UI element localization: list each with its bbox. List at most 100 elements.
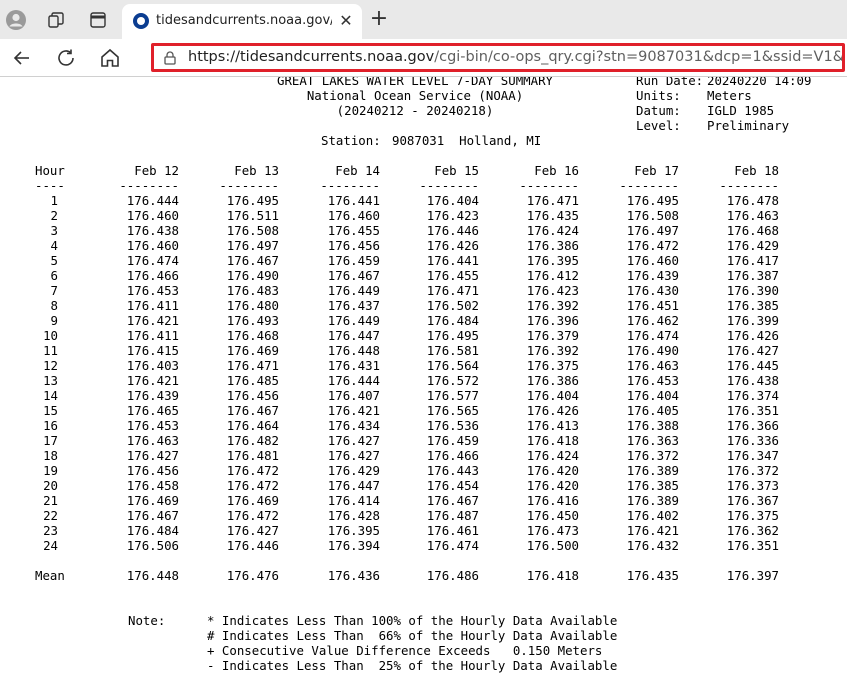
mean-value: 176.486	[426, 568, 479, 583]
water-level-cell: 176.463	[126, 433, 179, 448]
hour-header: Hour	[35, 163, 65, 178]
water-level-cell: 176.439	[626, 268, 679, 283]
water-level-cell: 176.459	[426, 433, 479, 448]
water-level-cell: 176.366	[726, 418, 779, 433]
hour-cell: 11	[43, 343, 58, 358]
water-level-cell: 176.484	[426, 313, 479, 328]
water-level-cell: 176.449	[327, 313, 380, 328]
water-level-cell: 176.444	[327, 373, 380, 388]
water-level-cell: 176.474	[626, 328, 679, 343]
mean-value: 176.448	[126, 568, 179, 583]
address-bar[interactable]: https://tidesandcurrents.noaa.gov/cgi-bi…	[151, 43, 845, 72]
water-level-cell: 176.385	[626, 478, 679, 493]
water-level-cell: 176.455	[426, 268, 479, 283]
water-level-cell: 176.511	[226, 208, 279, 223]
water-level-cell: 176.404	[626, 388, 679, 403]
water-level-cell: 176.441	[327, 193, 380, 208]
reload-icon[interactable]	[54, 46, 78, 70]
hour-cell: 21	[43, 493, 58, 508]
water-level-cell: 176.385	[726, 298, 779, 313]
note-line: * Indicates Less Than 100% of the Hourly…	[207, 613, 618, 628]
water-level-cell: 176.367	[726, 493, 779, 508]
hour-cell: 5	[50, 253, 58, 268]
water-level-cell: 176.423	[526, 283, 579, 298]
close-icon[interactable]: ✕	[336, 11, 356, 31]
water-level-cell: 176.413	[526, 418, 579, 433]
noaa-favicon-icon	[133, 13, 149, 29]
report-title: GREAT LAKES WATER LEVEL 7-DAY SUMMARY	[276, 77, 553, 88]
water-level-cell: 176.441	[426, 253, 479, 268]
water-level-cell: 176.465	[126, 403, 179, 418]
water-level-cell: 176.447	[327, 328, 380, 343]
water-level-cell: 176.363	[626, 433, 679, 448]
water-level-cell: 176.392	[526, 343, 579, 358]
water-level-cell: 176.389	[626, 493, 679, 508]
day-header-underline: --------	[619, 178, 679, 193]
day-header: Feb 13	[234, 163, 279, 178]
water-level-cell: 176.420	[526, 478, 579, 493]
url-text[interactable]: https://tidesandcurrents.noaa.gov/cgi-bi…	[188, 49, 844, 65]
water-level-cell: 176.435	[526, 208, 579, 223]
water-level-cell: 176.467	[426, 493, 479, 508]
water-level-cell: 176.421	[126, 313, 179, 328]
water-level-cell: 176.390	[726, 283, 779, 298]
water-level-cell: 176.443	[426, 463, 479, 478]
water-level-cell: 176.572	[426, 373, 479, 388]
water-level-cell: 176.565	[426, 403, 479, 418]
water-level-cell: 176.493	[226, 313, 279, 328]
water-level-cell: 176.461	[426, 523, 479, 538]
water-level-cell: 176.421	[327, 403, 380, 418]
water-level-cell: 176.466	[426, 448, 479, 463]
water-level-cell: 176.362	[726, 523, 779, 538]
water-level-cell: 176.564	[426, 358, 479, 373]
tab-actions-icon[interactable]	[88, 10, 108, 30]
water-level-cell: 176.374	[726, 388, 779, 403]
water-level-cell: 176.395	[327, 523, 380, 538]
workspaces-icon[interactable]	[46, 10, 66, 30]
water-level-cell: 176.467	[226, 253, 279, 268]
lock-icon[interactable]	[162, 50, 178, 66]
water-level-cell: 176.424	[526, 448, 579, 463]
water-level-cell: 176.458	[126, 478, 179, 493]
water-level-cell: 176.446	[426, 223, 479, 238]
profile-icon[interactable]	[6, 10, 26, 30]
hour-cell: 16	[43, 418, 58, 433]
url-path: /cgi-bin/co-ops_qry.cgi?stn=9087031&dcp=…	[434, 49, 844, 65]
water-level-cell: 176.487	[426, 508, 479, 523]
water-level-cell: 176.469	[126, 493, 179, 508]
note-line: # Indicates Less Than 66% of the Hourly …	[207, 628, 618, 643]
water-level-cell: 176.427	[327, 433, 380, 448]
water-level-cell: 176.581	[426, 343, 479, 358]
hour-cell: 7	[50, 283, 58, 298]
home-icon[interactable]	[98, 46, 122, 70]
day-header-underline: --------	[119, 178, 179, 193]
level-label: Level:	[636, 118, 681, 133]
day-header-underline: --------	[320, 178, 380, 193]
water-level-cell: 176.478	[726, 193, 779, 208]
water-level-cell: 176.404	[526, 388, 579, 403]
water-level-cell: 176.467	[126, 508, 179, 523]
water-level-cell: 176.417	[726, 253, 779, 268]
date-range: (20240212 - 20240218)	[336, 103, 494, 118]
water-level-cell: 176.497	[626, 223, 679, 238]
water-level-cell: 176.426	[726, 328, 779, 343]
day-header: Feb 17	[634, 163, 679, 178]
water-level-cell: 176.463	[726, 208, 779, 223]
water-level-cell: 176.427	[726, 343, 779, 358]
new-tab-icon[interactable]: +	[368, 8, 390, 31]
hour-cell: 9	[50, 313, 58, 328]
water-level-cell: 176.388	[626, 418, 679, 433]
water-level-cell: 176.577	[426, 388, 479, 403]
water-level-cell: 176.460	[126, 238, 179, 253]
active-tab[interactable]: tidesandcurrents.noaa.gov/cgi-bin ✕	[122, 4, 362, 39]
mean-label: Mean	[35, 568, 65, 583]
water-level-cell: 176.423	[426, 208, 479, 223]
day-header-underline: --------	[419, 178, 479, 193]
back-arrow-icon[interactable]	[10, 46, 34, 70]
mean-value: 176.476	[226, 568, 279, 583]
water-level-cell: 176.421	[126, 373, 179, 388]
water-level-cell: 176.387	[726, 268, 779, 283]
water-level-cell: 176.495	[226, 193, 279, 208]
water-level-cell: 176.508	[226, 223, 279, 238]
water-level-cell: 176.446	[226, 538, 279, 553]
